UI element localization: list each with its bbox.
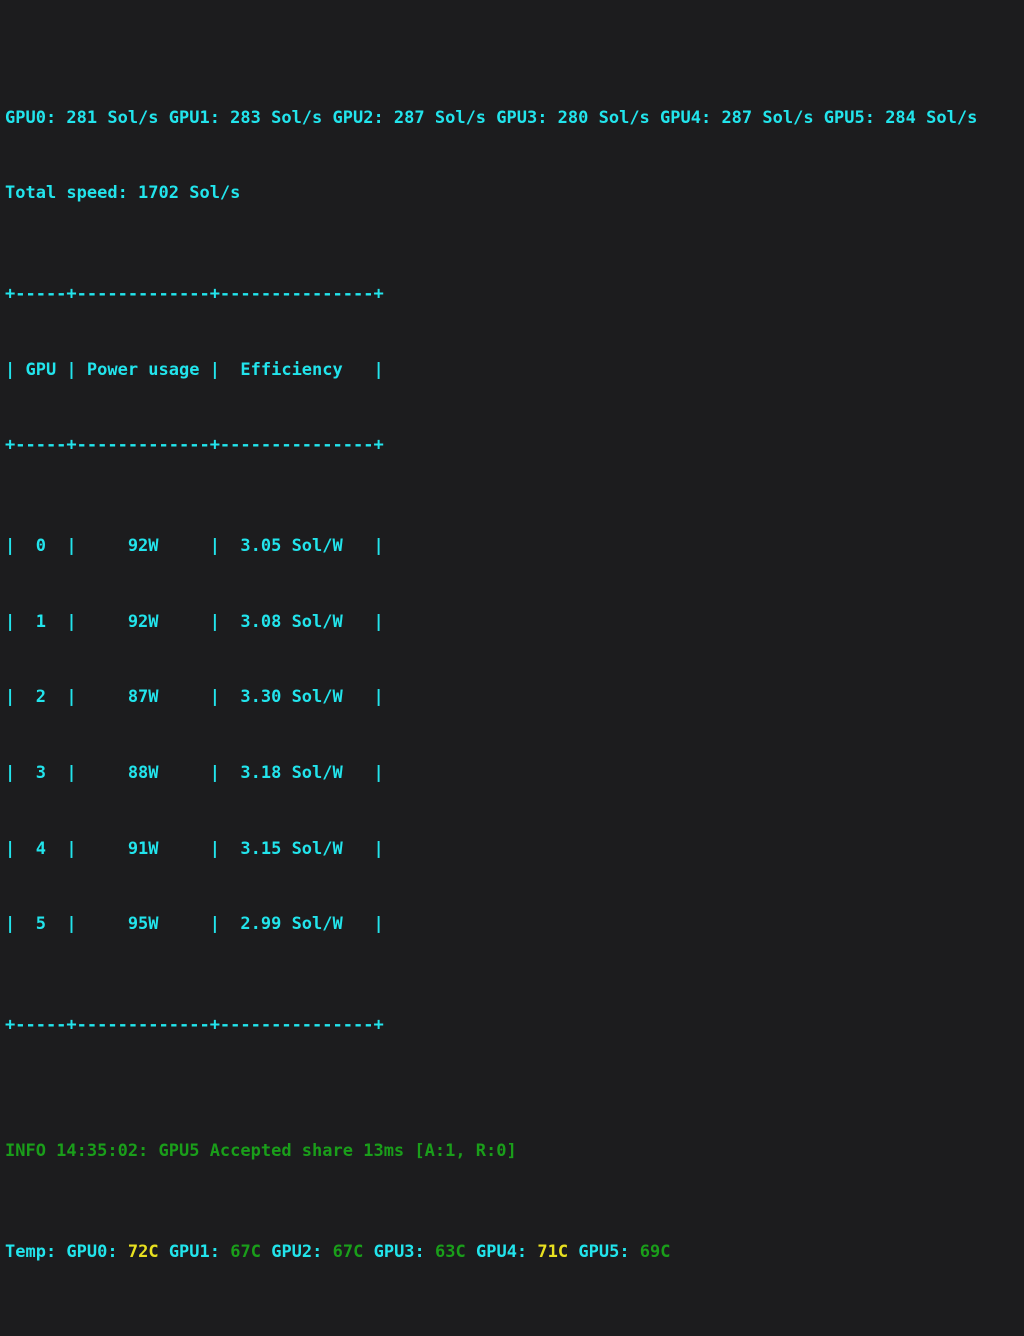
table-row: | 5 | 95W | 2.99 Sol/W | [5,912,1024,937]
temp-gpu1-value: 67C [230,1242,261,1262]
table-header-separator: +-----+-------------+---------------+ [5,433,1024,458]
info-log-line: INFO 14:35:02: GPU5 Accepted share 13ms … [5,1139,1024,1164]
table-row: | 4 | 91W | 3.15 Sol/W | [5,837,1024,862]
terminal-output[interactable]: GPU0: 281 Sol/s GPU1: 283 Sol/s GPU2: 28… [0,0,1024,668]
temp-gpu3-value: 63C [435,1242,466,1262]
temp-gpu4-value: 71C [537,1242,568,1262]
temp-gpu4-label: GPU4: [476,1242,537,1262]
temperature-line: Temp: GPU0: 72C GPU1: 67C GPU2: 67C GPU3… [5,1240,1024,1265]
table-row: | 2 | 87W | 3.30 Sol/W | [5,685,1024,710]
temp-sep [466,1242,476,1262]
temperature-label: Temp: [5,1242,66,1262]
temp-gpu5-value: 69C [640,1242,671,1262]
table-header-row: | GPU | Power usage | Efficiency | [5,358,1024,383]
total-speed-line: Total speed: 1702 Sol/s [5,181,1024,206]
temp-gpu2-value: 67C [333,1242,364,1262]
temp-gpu3-label: GPU3: [374,1242,435,1262]
temp-sep [568,1242,578,1262]
table-row: | 1 | 92W | 3.08 Sol/W | [5,610,1024,635]
temp-sep [159,1242,169,1262]
table-top-border: +-----+-------------+---------------+ [5,282,1024,307]
temp-sep [363,1242,373,1262]
gpu-speed-line: GPU0: 281 Sol/s GPU1: 283 Sol/s GPU2: 28… [5,106,1024,131]
temp-gpu0-label: GPU0: [66,1242,127,1262]
temp-gpu1-label: GPU1: [169,1242,230,1262]
temp-sep [261,1242,271,1262]
temp-gpu2-label: GPU2: [271,1242,332,1262]
table-row: | 0 | 92W | 3.05 Sol/W | [5,534,1024,559]
temp-gpu5-label: GPU5: [578,1242,639,1262]
temp-gpu0-value: 72C [128,1242,159,1262]
table-bottom-border: +-----+-------------+---------------+ [5,1013,1024,1038]
table-row: | 3 | 88W | 3.18 Sol/W | [5,761,1024,786]
